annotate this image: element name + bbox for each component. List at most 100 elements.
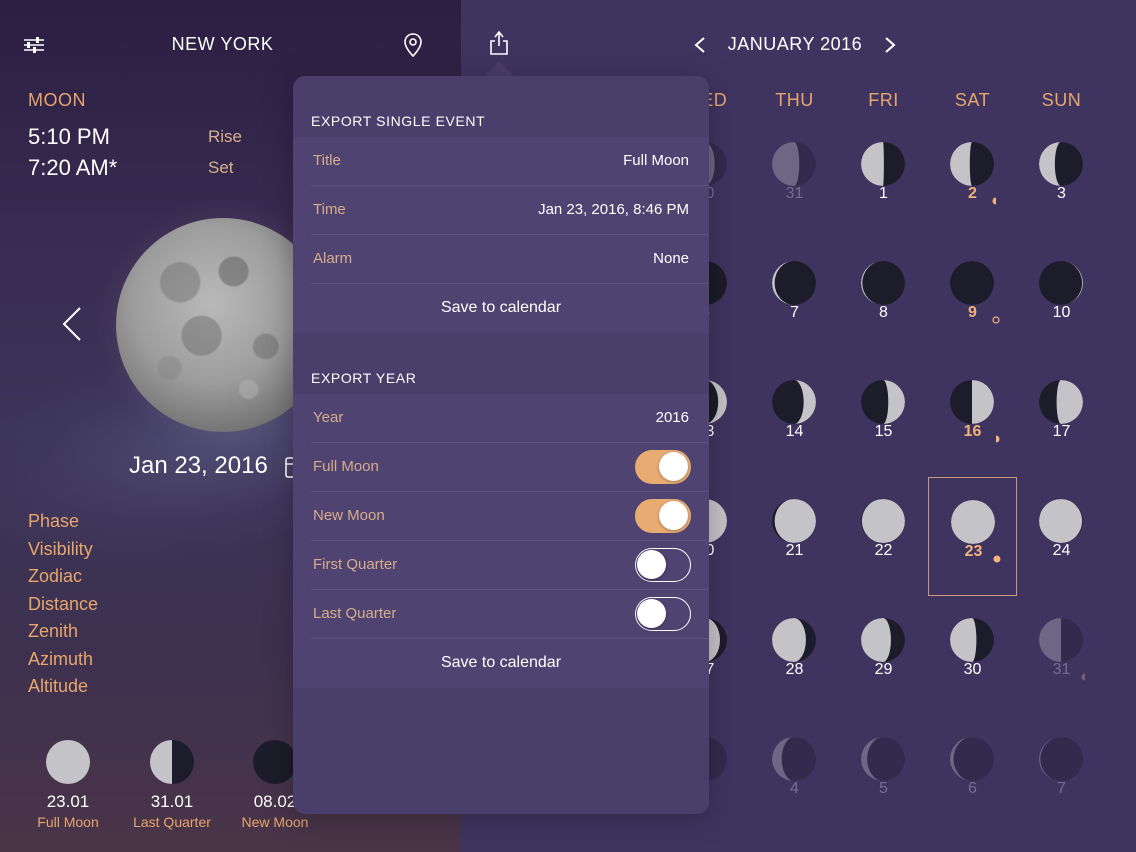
- phase-marker-icon: [992, 192, 1000, 205]
- moon-phase-icon: [1039, 380, 1083, 424]
- moon-phase-icon: [950, 380, 994, 424]
- day-number: 17: [1052, 423, 1071, 440]
- calendar-day-cell[interactable]: 15: [839, 358, 928, 477]
- upcoming-phase-item[interactable]: 31.01 Last Quarter: [122, 740, 222, 830]
- export-year-row[interactable]: Year 2016: [293, 394, 709, 443]
- month-title: JANUARY 2016: [727, 34, 863, 54]
- row-key: Alarm: [313, 250, 353, 267]
- moon-rise-time: 5:10 PM: [28, 124, 110, 149]
- calendar-day-cell[interactable]: 6: [928, 715, 1017, 834]
- weekday-label: SAT: [954, 90, 991, 110]
- moon-phase-icon: [951, 500, 995, 544]
- moon-phase-icon: [46, 740, 90, 784]
- row-value: 2016: [655, 409, 689, 426]
- menu-item-distance[interactable]: Distance: [28, 594, 98, 615]
- day-number: 16: [963, 423, 982, 440]
- day-number: 4: [790, 780, 799, 797]
- moon-phase-icon: [1039, 618, 1083, 662]
- calendar-day-cell[interactable]: 31: [750, 120, 839, 239]
- save-year-to-calendar-button[interactable]: Save to calendar: [293, 639, 709, 688]
- phase-name: Last Quarter: [133, 814, 211, 830]
- calendar-day-cell[interactable]: 31: [1017, 596, 1106, 715]
- day-number: 5: [879, 780, 888, 797]
- calendar-day-cell[interactable]: 9: [928, 239, 1017, 358]
- save-button-label: Save to calendar: [440, 654, 562, 671]
- city-name[interactable]: NEW YORK: [150, 34, 295, 55]
- calendar-day-cell[interactable]: 23: [928, 477, 1017, 596]
- day-number: 24: [1052, 542, 1071, 559]
- toggle-switch[interactable]: [635, 499, 691, 533]
- upcoming-phase-item[interactable]: 23.01 Full Moon: [18, 740, 118, 830]
- export-title-row[interactable]: Title Full Moon: [293, 137, 709, 186]
- moon-phase-icon: [950, 261, 994, 305]
- row-value: Jan 23, 2016, 8:46 PM: [538, 201, 689, 218]
- calendar-day-cell[interactable]: 1: [839, 120, 928, 239]
- share-icon[interactable]: [488, 30, 510, 61]
- day-number: 31: [1052, 661, 1071, 678]
- moon-phase-icon: [772, 380, 816, 424]
- export-alarm-row[interactable]: Alarm None: [293, 235, 709, 284]
- toggle-switch[interactable]: [635, 548, 691, 582]
- menu-item-zenith[interactable]: Zenith: [28, 621, 78, 642]
- calendar-day-cell[interactable]: 4: [750, 715, 839, 834]
- calendar-day-cell[interactable]: 3: [1017, 120, 1106, 239]
- toggle-knob: [659, 452, 688, 481]
- next-month-chevron-icon[interactable]: [882, 36, 898, 59]
- moon-phase-icon: [253, 740, 297, 784]
- export-toggle-row: Last Quarter: [293, 590, 709, 639]
- calendar-day-cell[interactable]: 8: [839, 239, 928, 358]
- export-toggle-row: Full Moon: [293, 443, 709, 492]
- day-number: 28: [785, 661, 804, 678]
- save-button-label: Save to calendar: [440, 299, 562, 316]
- menu-item-altitude[interactable]: Altitude: [28, 676, 88, 697]
- moon-phase-icon: [950, 737, 994, 781]
- calendar-day-cell[interactable]: 10: [1017, 239, 1106, 358]
- settings-sliders-icon[interactable]: [22, 36, 46, 59]
- calendar-day-cell[interactable]: 16: [928, 358, 1017, 477]
- day-number: 1: [879, 185, 888, 202]
- calendar-day-cell[interactable]: 30: [928, 596, 1017, 715]
- day-number: 7: [790, 304, 799, 321]
- row-value: Full Moon: [623, 152, 689, 169]
- row-key: Title: [313, 152, 341, 169]
- toggle-switch[interactable]: [635, 450, 691, 484]
- export-single-heading: EXPORT SINGLE EVENT: [311, 113, 486, 129]
- moon-phase-icon: [861, 499, 905, 543]
- moon-phase-icon: [772, 737, 816, 781]
- menu-item-phase[interactable]: Phase: [28, 511, 79, 532]
- calendar-day-cell[interactable]: 24: [1017, 477, 1106, 596]
- export-toggle-row: First Quarter: [293, 541, 709, 590]
- chevron-left-icon[interactable]: [58, 306, 84, 347]
- day-number: 8: [879, 304, 888, 321]
- location-pin-icon[interactable]: [403, 32, 423, 63]
- menu-item-zodiac[interactable]: Zodiac: [28, 566, 82, 587]
- calendar-day-cell[interactable]: 21: [750, 477, 839, 596]
- day-number: 15: [874, 423, 893, 440]
- calendar-day-cell[interactable]: 2: [928, 120, 1017, 239]
- moon-set-label: Set: [208, 158, 234, 177]
- calendar-day-cell[interactable]: 5: [839, 715, 928, 834]
- save-to-calendar-button[interactable]: Save to calendar: [293, 284, 709, 333]
- moon-phase-icon: [772, 618, 816, 662]
- phase-date: 23.01: [46, 792, 90, 811]
- calendar-day-cell[interactable]: 22: [839, 477, 928, 596]
- moon-phase-icon: [950, 618, 994, 662]
- moon-set-time: 7:20 AM*: [28, 155, 118, 180]
- calendar-day-cell[interactable]: 7: [750, 239, 839, 358]
- export-time-row[interactable]: Time Jan 23, 2016, 8:46 PM: [293, 186, 709, 235]
- calendar-day-cell[interactable]: 17: [1017, 358, 1106, 477]
- toggle-label: Last Quarter: [313, 605, 397, 622]
- moon-phase-icon: [861, 618, 905, 662]
- day-number: 23: [964, 543, 983, 560]
- calendar-day-cell[interactable]: 7: [1017, 715, 1106, 834]
- toggle-switch[interactable]: [635, 597, 691, 631]
- menu-item-azimuth[interactable]: Azimuth: [28, 649, 93, 670]
- calendar-day-cell[interactable]: 29: [839, 596, 928, 715]
- moon-phase-icon: [861, 380, 905, 424]
- toggle-knob: [637, 550, 666, 579]
- calendar-day-cell[interactable]: 28: [750, 596, 839, 715]
- prev-month-chevron-icon[interactable]: [692, 36, 708, 59]
- phase-marker-icon: [993, 550, 1001, 563]
- calendar-day-cell[interactable]: 14: [750, 358, 839, 477]
- menu-item-visibility[interactable]: Visibility: [28, 539, 93, 560]
